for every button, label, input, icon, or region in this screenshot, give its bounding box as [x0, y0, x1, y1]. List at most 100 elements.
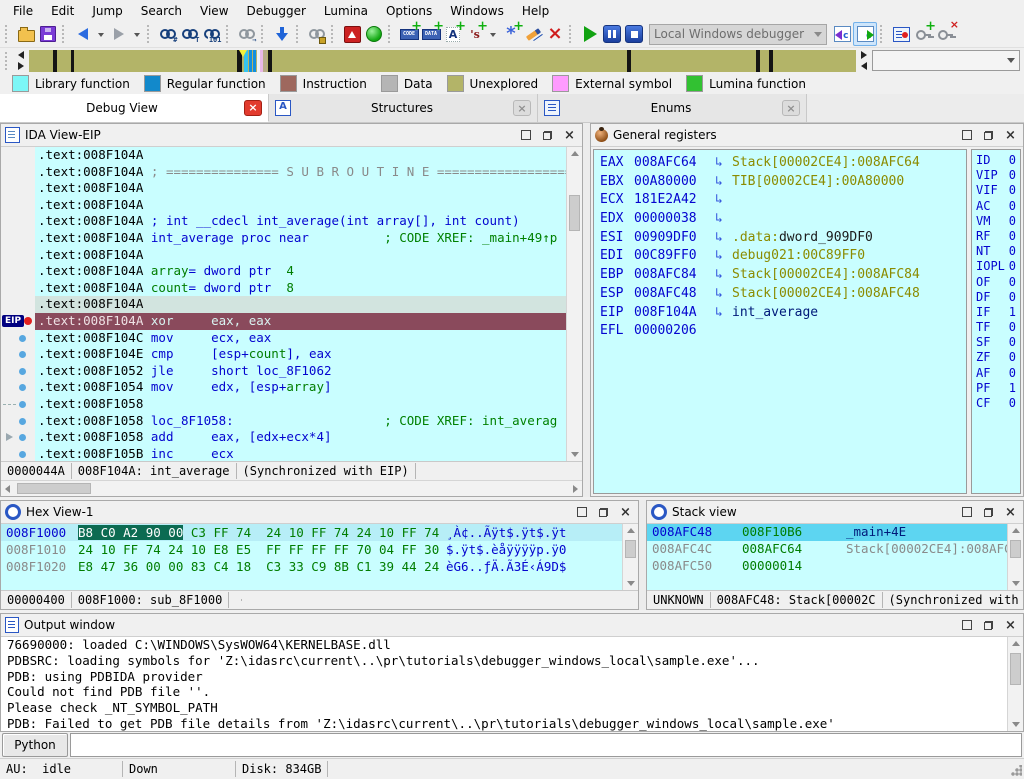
scroll-down-arrow[interactable] [571, 452, 579, 457]
stop-process-button[interactable] [623, 23, 645, 45]
breakpoint-dot[interactable] [19, 451, 26, 458]
disasm-line[interactable]: .text:008F1058 loc_8F1058: ; CODE XREF: … [1, 413, 566, 430]
float-button[interactable] [980, 505, 997, 520]
flag-row[interactable]: IF1 [972, 305, 1020, 320]
search-binary-button[interactable]: # [157, 23, 179, 45]
search-next-button[interactable]: ⇒ [236, 23, 258, 45]
scroll-left-arrow[interactable] [5, 485, 10, 493]
selected-bytes[interactable]: B8 C0 A2 90 00 [78, 525, 183, 540]
breakpoint-dot[interactable] [19, 401, 26, 408]
jump-address-button[interactable] [271, 23, 293, 45]
register-row[interactable]: EAX008AFC64↳Stack[00002CE4]:008AFC64 [596, 154, 964, 173]
maximize-button[interactable] [958, 505, 975, 520]
breakpoint-dot[interactable] [19, 384, 26, 391]
stack-value[interactable]: 008F10B6 [742, 524, 846, 541]
breakpoint-dot[interactable] [19, 335, 26, 342]
flag-value[interactable]: 0 [1009, 350, 1016, 365]
ida-view-hscrollbar[interactable] [1, 480, 582, 496]
flag-value[interactable]: 0 [1009, 335, 1016, 350]
disasm-margin[interactable] [1, 263, 35, 280]
register-row[interactable]: EIP008F104A↳int_average [596, 304, 964, 323]
flag-value[interactable]: 0 [1009, 396, 1016, 411]
disassembly-listing[interactable]: .text:008F104A .text:008F104A ; =========… [1, 147, 566, 461]
flag-value[interactable]: 0 [1009, 199, 1016, 214]
close-button[interactable]: × [1002, 128, 1019, 143]
flag-row[interactable]: PF1 [972, 381, 1020, 396]
breakpoint-dot[interactable] [19, 368, 26, 375]
disasm-margin[interactable] [1, 429, 35, 446]
scroll-down-arrow[interactable] [1012, 581, 1020, 586]
disasm-line[interactable]: .text:008F104A [1, 296, 566, 313]
disasm-margin[interactable] [1, 413, 35, 430]
disasm-line[interactable]: .text:008F104C mov ecx, eax [1, 330, 566, 347]
menu-search[interactable]: Search [132, 2, 191, 20]
disasm-line[interactable]: .text:008F104A ; int __cdecl int_average… [1, 213, 566, 230]
disasm-line[interactable]: .text:008F104E cmp [esp+count], eax [1, 346, 566, 363]
stack-value[interactable]: 008AFC64 [742, 541, 846, 558]
register-value[interactable]: 00A80000 [634, 173, 706, 192]
flag-row[interactable]: NT0 [972, 244, 1020, 259]
flag-row[interactable]: VM0 [972, 214, 1020, 229]
menu-edit[interactable]: Edit [42, 2, 83, 20]
disasm-margin[interactable] [1, 180, 35, 197]
create-function-button[interactable]: *+ [500, 23, 522, 45]
register-value[interactable]: 181E2A42 [634, 191, 706, 210]
flag-row[interactable]: IOPL0 [972, 259, 1020, 274]
hex-row[interactable]: 008F1020E8 47 36 00 00 83 C4 18 C3 33 C9… [1, 558, 622, 575]
register-row[interactable]: EFL00000206 [596, 322, 964, 341]
register-row[interactable]: ECX181E2A42↳ [596, 191, 964, 210]
register-row[interactable]: ESI00909DF0↳.data:dword_909DF0 [596, 229, 964, 248]
flag-row[interactable]: OF0 [972, 275, 1020, 290]
flag-value[interactable]: 0 [1009, 290, 1016, 305]
disasm-line[interactable]: .text:008F104A ; =============== S U B R… [1, 164, 566, 181]
disasm-line[interactable]: .text:008F105B inc ecx [1, 446, 566, 461]
disasm-line[interactable]: .text:008F104A count= dword ptr 8 [1, 280, 566, 297]
menu-windows[interactable]: Windows [441, 2, 513, 20]
stack-row[interactable]: 008AFC4C008AFC64Stack[00002CE4]:008AFC64 [647, 541, 1007, 558]
disasm-margin[interactable] [1, 396, 35, 413]
flag-row[interactable]: AF0 [972, 366, 1020, 381]
hex-bytes[interactable]: 24 10 FF 74 24 10 E8 E5 FF FF FF FF 70 0… [78, 541, 446, 558]
disasm-margin[interactable] [1, 230, 35, 247]
disasm-margin[interactable] [1, 379, 35, 396]
search-lock-button[interactable] [306, 23, 328, 45]
disasm-margin[interactable] [1, 446, 35, 461]
navband-address-combo[interactable] [872, 50, 1020, 71]
maximize-button[interactable] [517, 128, 534, 143]
flag-value[interactable]: 0 [1009, 153, 1016, 168]
tab-close-button[interactable]: × [513, 100, 531, 116]
disasm-line[interactable]: .text:008F1058 add eax, [edx+ecx*4] [1, 429, 566, 446]
stack-row[interactable]: 008AFC5000000014 [647, 558, 1007, 575]
navband-scroll-right-2[interactable] [861, 51, 867, 59]
disasm-margin[interactable] [1, 363, 35, 380]
green-circle-button[interactable] [363, 23, 385, 45]
create-code-button[interactable]: CODE+ [398, 23, 420, 45]
pause-process-button[interactable] [601, 23, 623, 45]
disasm-line[interactable]: EIP.text:008F104A xor eax, eax [1, 313, 566, 330]
create-string-button[interactable]: A+ [442, 23, 464, 45]
resize-grip[interactable] [1010, 765, 1022, 777]
scroll-thumb[interactable] [1010, 540, 1021, 558]
tab-structures[interactable]: AStructures× [269, 94, 538, 122]
close-button[interactable]: × [1002, 618, 1019, 633]
hex-dump[interactable]: 008F1000B8 C0 A2 90 00 C3 FF 74 24 10 FF… [1, 524, 622, 590]
register-value[interactable]: 008AFC84 [634, 266, 706, 285]
flag-value[interactable]: 0 [1009, 244, 1016, 259]
delete-button[interactable]: × [544, 23, 566, 45]
disasm-margin[interactable] [1, 296, 35, 313]
flag-row[interactable]: DF0 [972, 290, 1020, 305]
register-value[interactable]: 008AFC64 [634, 154, 706, 173]
stack-row[interactable]: 008AFC48008F10B6_main+4E [647, 524, 1007, 541]
register-row[interactable]: ESP008AFC48↳Stack[00002CE4]:008AFC48 [596, 285, 964, 304]
float-button[interactable] [595, 505, 612, 520]
disasm-line[interactable]: .text:008F1052 jle short loc_8F1062 [1, 363, 566, 380]
navband-scroll-left-2[interactable] [861, 62, 867, 70]
flags-list[interactable]: ID0VIP0VIF0AC0VM0RF0NT0IOPL0OF0DF0IF1TF0… [971, 149, 1021, 494]
detach-process-button[interactable]: c [853, 22, 877, 46]
disasm-line[interactable]: .text:008F104A int_average proc near ; C… [1, 230, 566, 247]
stack-value[interactable]: 00000014 [742, 558, 846, 575]
disasm-line[interactable]: .text:008F104A array= dword ptr 4 [1, 263, 566, 280]
flag-row[interactable]: RF0 [972, 229, 1020, 244]
add-breakpoint-button[interactable]: + [912, 23, 934, 45]
create-struct-button[interactable]: 's+ [464, 23, 486, 45]
